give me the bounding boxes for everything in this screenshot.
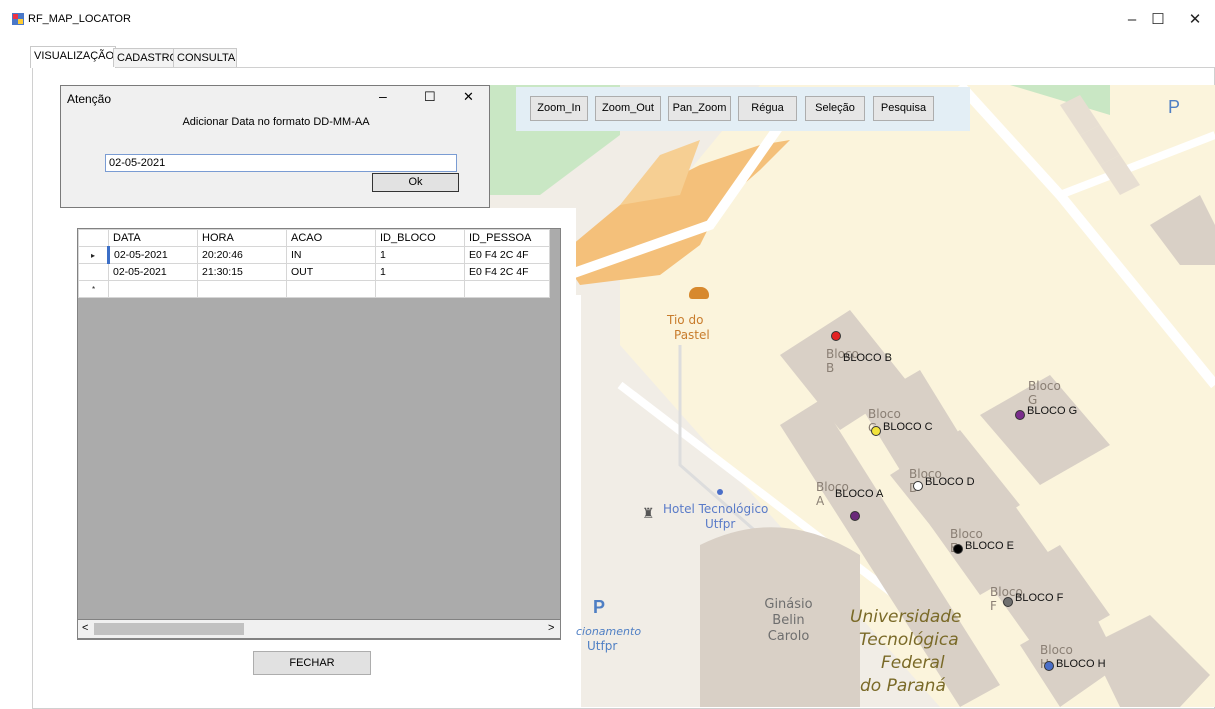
column-header-id-bloco[interactable]: ID_BLOCO <box>375 229 465 247</box>
column-header-hora[interactable]: HORA <box>197 229 287 247</box>
table-cell[interactable] <box>108 280 198 298</box>
dialog-title: Atenção <box>67 92 112 106</box>
records-table: DATA HORA ACAO ID_BLOCO ID_PESSOA ▸ 02-0… <box>78 229 550 298</box>
table-cell[interactable]: IN <box>286 246 376 264</box>
table-row[interactable]: 02-05-2021 21:30:15 OUT 1 E0 F4 2C 4F <box>78 263 550 281</box>
scroll-right-arrow[interactable]: > <box>548 622 554 634</box>
tab-cadastro[interactable]: CADASTRO <box>113 48 179 67</box>
map-label-hotel-2: Utfpr <box>705 517 736 531</box>
records-panel: DATA HORA ACAO ID_BLOCO ID_PESSOA ▸ 02-0… <box>60 208 576 707</box>
tab-consulta[interactable]: CONSULTA <box>173 48 237 67</box>
column-header-data[interactable]: DATA <box>108 229 198 247</box>
map-label-hotel: Hotel Tecnológico <box>663 502 769 516</box>
marker-bloco-a[interactable] <box>850 511 860 521</box>
regua-button[interactable]: Régua <box>738 96 797 121</box>
marker-label-bloco-c: BLOCO C <box>883 421 933 433</box>
close-button[interactable]: ✕ <box>1175 6 1215 32</box>
marker-bloco-b[interactable] <box>831 331 841 341</box>
marker-label-bloco-h: BLOCO H <box>1056 658 1106 670</box>
date-input[interactable]: 02-05-2021 <box>105 154 457 172</box>
zoom-in-button[interactable]: Zoom_In <box>530 96 588 121</box>
table-cell[interactable] <box>197 280 287 298</box>
fechar-button[interactable]: FECHAR <box>253 651 371 675</box>
table-cell[interactable] <box>286 280 376 298</box>
map-label-estacionamento: cionamento <box>576 625 642 638</box>
marker-bloco-e[interactable] <box>953 544 963 554</box>
table-cell[interactable]: 21:30:15 <box>197 263 287 281</box>
table-cell[interactable]: 02-05-2021 <box>107 246 198 264</box>
pesquisa-button[interactable]: Pesquisa <box>873 96 934 121</box>
marker-bloco-d[interactable] <box>913 481 923 491</box>
marker-label-bloco-a: BLOCO A <box>835 488 884 500</box>
table-cell[interactable]: 1 <box>375 263 465 281</box>
parking-icon-2: P <box>1168 97 1181 117</box>
table-cell[interactable]: 20:20:46 <box>197 246 287 264</box>
column-header-id-pessoa[interactable]: ID_PESSOA <box>464 229 550 247</box>
new-row-indicator[interactable]: * <box>78 280 109 298</box>
title-bar: RF_MAP_LOCATOR – ☐ ✕ <box>0 0 1215 38</box>
marker-label-bloco-b: BLOCO B <box>843 352 892 364</box>
row-header[interactable] <box>78 263 109 281</box>
map-label-utfpr-2: Tecnológica <box>859 630 959 650</box>
scroll-left-arrow[interactable]: < <box>82 622 88 634</box>
zoom-out-button[interactable]: Zoom_Out <box>595 96 661 121</box>
marker-bloco-c[interactable] <box>871 426 881 436</box>
map-label-utfpr: Universidade <box>850 607 962 627</box>
dialog-close-button[interactable]: ✕ <box>463 89 474 105</box>
date-input-dialog: Atenção – ☐ ✕ Adicionar Data no formato … <box>60 85 490 208</box>
horizontal-scrollbar[interactable]: < > <box>77 619 561 639</box>
pan-zoom-button[interactable]: Pan_Zoom <box>668 96 731 121</box>
table-cell[interactable]: E0 F4 2C 4F <box>464 246 550 264</box>
map-label-ginasio-2: Belin <box>772 613 805 628</box>
map-label-ginasio-3: Carolo <box>767 629 810 644</box>
selecao-button[interactable]: Seleção <box>805 96 865 121</box>
dialog-minimize-button[interactable]: – <box>379 88 387 104</box>
maximize-button[interactable]: ☐ <box>1138 6 1178 32</box>
hotel-icon: ♜ <box>642 505 655 521</box>
table-cell[interactable]: E0 F4 2C 4F <box>464 263 550 281</box>
table-cell[interactable]: 1 <box>375 246 465 264</box>
records-grid[interactable]: DATA HORA ACAO ID_BLOCO ID_PESSOA ▸ 02-0… <box>77 228 561 640</box>
table-cell[interactable] <box>375 280 465 298</box>
restaurant-icon <box>689 287 709 299</box>
map-label-utfpr-4: do Paraná <box>860 676 946 696</box>
map-label-bloco-g: Bloco G <box>1028 379 1061 407</box>
dialog-prompt: Adicionar Data no formato DD-MM-AA <box>182 116 370 128</box>
new-row[interactable]: * <box>78 280 550 298</box>
marker-label-bloco-d: BLOCO D <box>925 476 975 488</box>
table-cell[interactable] <box>464 280 550 298</box>
marker-label-bloco-e: BLOCO E <box>965 540 1014 552</box>
marker-bloco-h[interactable] <box>1044 661 1054 671</box>
table-cell[interactable]: OUT <box>286 263 376 281</box>
scrollbar-thumb[interactable] <box>94 623 244 635</box>
marker-label-bloco-f: BLOCO F <box>1015 592 1064 604</box>
table-cell[interactable]: 02-05-2021 <box>108 263 198 281</box>
map-label-tio-do-pastel-2: Pastel <box>674 328 710 342</box>
map-label-estacionamento-2: Utfpr <box>587 639 618 653</box>
map-label-tio-do-pastel: Tio do <box>667 313 704 327</box>
table-row[interactable]: ▸ 02-05-2021 20:20:46 IN 1 E0 F4 2C 4F <box>78 246 550 264</box>
marker-label-bloco-g: BLOCO G <box>1027 405 1078 417</box>
current-row-indicator[interactable]: ▸ <box>78 246 109 264</box>
map-label-utfpr-3: Federal <box>881 653 945 673</box>
table-header-row: DATA HORA ACAO ID_BLOCO ID_PESSOA <box>78 229 550 247</box>
marker-bloco-f[interactable] <box>1003 597 1013 607</box>
row-header-corner <box>78 229 109 247</box>
ok-button[interactable]: Ok <box>372 173 459 192</box>
window-title: RF_MAP_LOCATOR <box>28 13 131 25</box>
map-toolbar: Zoom_In Zoom_Out Pan_Zoom Régua Seleção … <box>516 87 970 131</box>
column-header-acao[interactable]: ACAO <box>286 229 376 247</box>
dialog-maximize-button[interactable]: ☐ <box>424 89 436 105</box>
parking-icon: P <box>593 597 606 617</box>
map-label-ginasio: Ginásio <box>764 597 813 612</box>
marker-bloco-g[interactable] <box>1015 410 1025 420</box>
app-icon <box>12 13 24 25</box>
tab-visualizacao[interactable]: VISUALIZAÇÃO <box>30 46 116 68</box>
